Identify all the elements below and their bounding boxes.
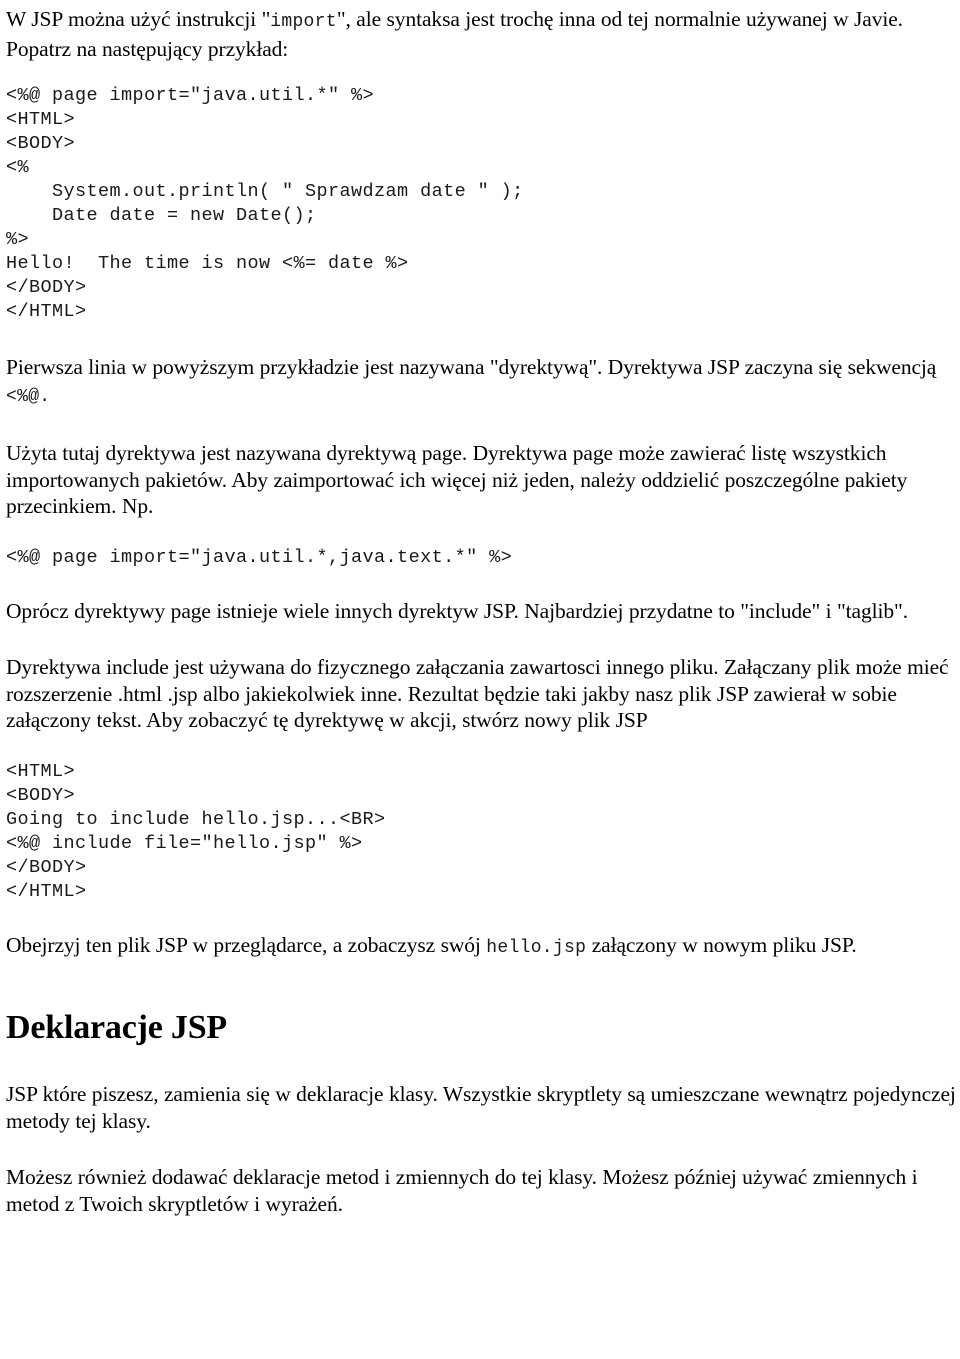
- document-page: W JSP można użyć instrukcji "import", al…: [0, 0, 960, 1217]
- browser-text-part-2: załączony w nowym pliku JSP.: [586, 932, 857, 957]
- paragraph-other-directives: Oprócz dyrektywy page istnieje wiele inn…: [6, 598, 908, 623]
- paragraph-page-directive: Użyta tutaj dyrektywa jest nazywana dyre…: [6, 441, 908, 518]
- paragraph-declarations-1: JSP które piszesz, zamienia się w deklar…: [6, 1082, 956, 1133]
- paragraph-declarations-2: Możesz również dodawać deklaracje metod …: [6, 1165, 918, 1216]
- page-title-deklaracje-jsp: Deklaracje JSP: [6, 1009, 227, 1046]
- paragraph-browser-result: Obejrzyj ten plik JSP w przeglądarce, a …: [6, 932, 958, 962]
- code-block-include-example: <HTML> <BODY> Going to include hello.jsp…: [6, 760, 386, 902]
- directive-text-part-1: Pierwsza linia w powyższym przykładzie j…: [6, 355, 937, 379]
- intro-paragraph: W JSP można użyć instrukcji "import", al…: [6, 6, 958, 62]
- paragraph-directive: Pierwsza linia w powyższym przykładzie j…: [6, 354, 958, 410]
- inline-code-import: import: [270, 12, 337, 32]
- inline-code-hello-jsp: hello.jsp: [486, 937, 587, 958]
- intro-text-part-1: W JSP można użyć instrukcji ": [6, 7, 271, 31]
- inline-code-directive-prefix: <%@.: [6, 386, 51, 407]
- code-block-multi-import: <%@ page import="java.util.*,java.text.*…: [6, 546, 513, 568]
- code-block-jsp-page-import: <%@ page import="java.util.*" %> <HTML> …: [6, 85, 524, 322]
- paragraph-include-directive: Dyrektywa include jest używana do fizycz…: [6, 655, 949, 732]
- browser-text-part-1: Obejrzyj ten plik JSP w przeglądarce, a …: [6, 932, 487, 957]
